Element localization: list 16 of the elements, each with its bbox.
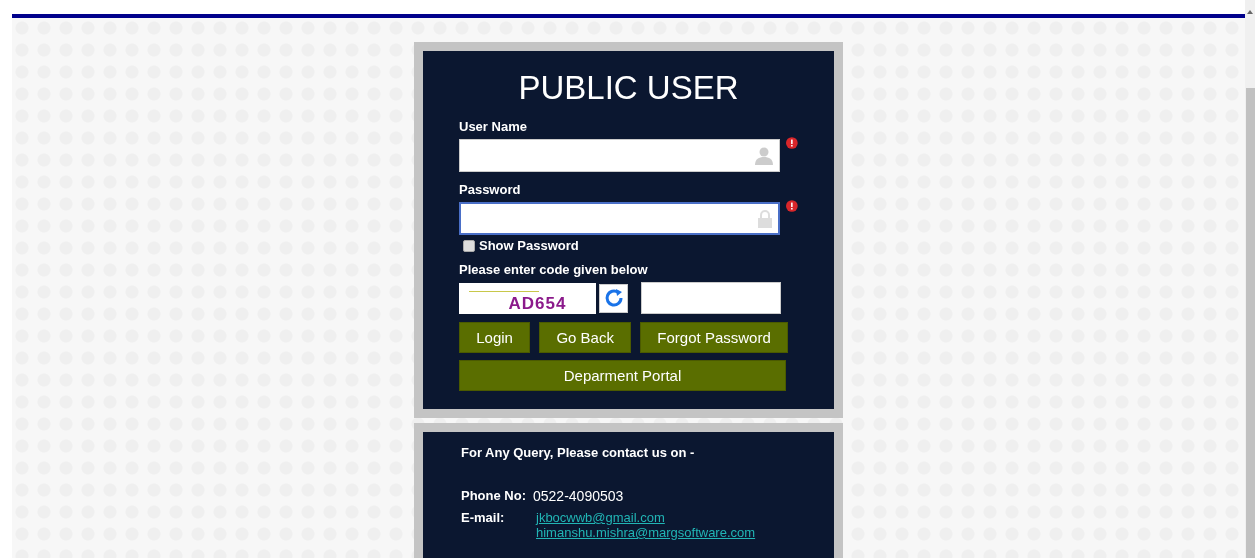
- email-label: E-mail:: [461, 510, 506, 525]
- portal-button[interactable]: Deparment Portal: [459, 360, 786, 391]
- form-button[interactable]: Go Back: [539, 322, 632, 353]
- email-link[interactable]: jkbocwwb@gmail.com: [536, 510, 756, 525]
- form-button[interactable]: Login: [459, 322, 531, 353]
- form-button[interactable]: Forgot Password: [640, 322, 788, 353]
- field-label: Password: [459, 182, 522, 198]
- email-link[interactable]: himanshu.mishra@margsoftware.com: [536, 525, 756, 540]
- field-label: User Name: [459, 119, 528, 135]
- contact-heading: For Any Query, Please contact us on -: [461, 445, 696, 460]
- captcha-image: AD654: [459, 282, 596, 314]
- login-title: PUBLIC USER: [517, 69, 740, 107]
- phone-number: 0522-4090503: [533, 488, 624, 504]
- phone-label: Phone No:: [461, 488, 526, 503]
- captcha-label: Please enter code given below: [459, 262, 649, 278]
- show-password-checkbox[interactable]: Show Password: [463, 238, 798, 253]
